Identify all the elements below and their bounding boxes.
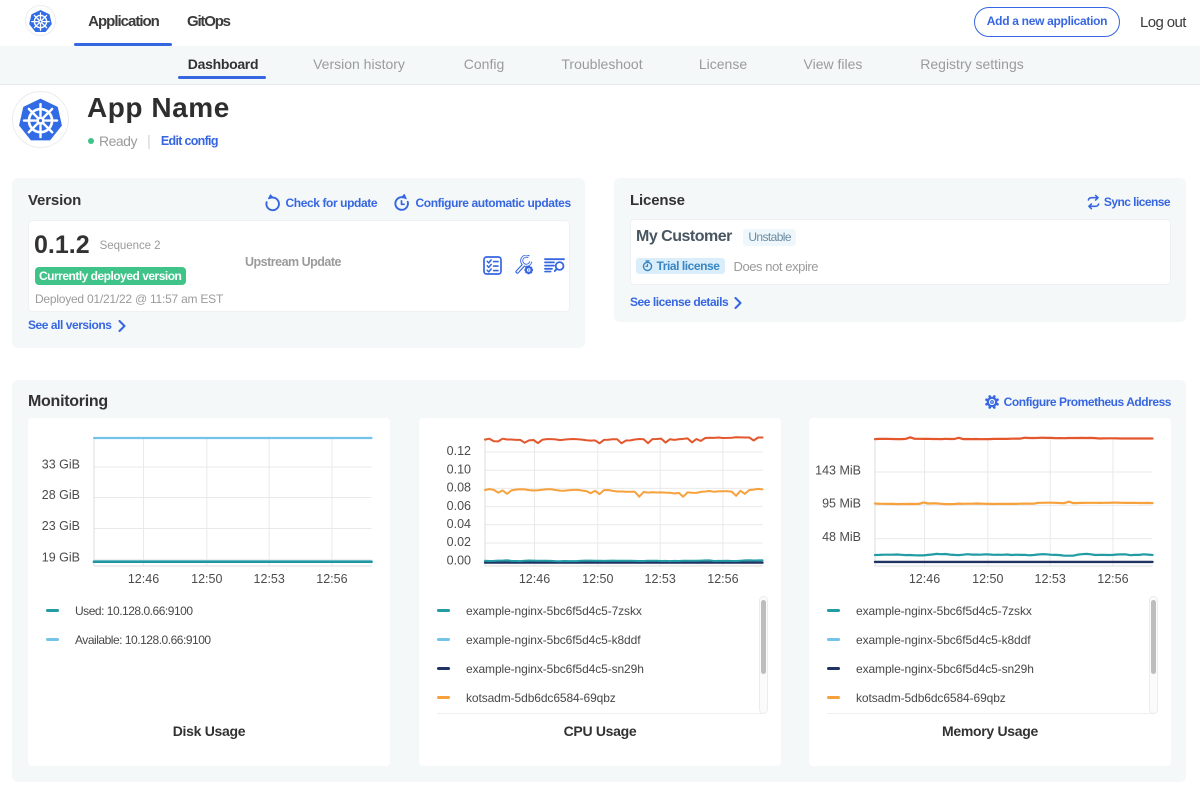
- svg-text:12:56: 12:56: [707, 572, 738, 586]
- svg-text:12:46: 12:46: [909, 572, 940, 586]
- svg-text:0.10: 0.10: [447, 462, 471, 476]
- svg-text:48 MiB: 48 MiB: [822, 530, 861, 544]
- svg-text:12:56: 12:56: [1097, 572, 1128, 586]
- svg-text:12:50: 12:50: [972, 572, 1003, 586]
- svg-text:0.04: 0.04: [447, 517, 471, 531]
- svg-text:28 GiB: 28 GiB: [42, 488, 80, 502]
- svg-text:0.06: 0.06: [447, 499, 471, 513]
- svg-text:0.02: 0.02: [447, 535, 471, 549]
- svg-text:0.08: 0.08: [447, 481, 471, 495]
- svg-text:12:56: 12:56: [316, 572, 347, 586]
- svg-text:12:46: 12:46: [128, 572, 159, 586]
- svg-text:95 MiB: 95 MiB: [822, 497, 861, 511]
- svg-text:0.12: 0.12: [447, 444, 471, 458]
- svg-text:12:53: 12:53: [1035, 572, 1066, 586]
- svg-text:12:50: 12:50: [582, 572, 613, 586]
- svg-text:19 GiB: 19 GiB: [42, 550, 80, 564]
- svg-text:12:46: 12:46: [519, 572, 550, 586]
- svg-text:33 GiB: 33 GiB: [42, 457, 80, 471]
- svg-text:12:50: 12:50: [191, 572, 222, 586]
- svg-text:12:53: 12:53: [254, 572, 285, 586]
- svg-text:0.00: 0.00: [447, 553, 471, 567]
- svg-text:12:53: 12:53: [645, 572, 676, 586]
- svg-text:23 GiB: 23 GiB: [42, 519, 80, 533]
- svg-text:143 MiB: 143 MiB: [815, 463, 861, 477]
